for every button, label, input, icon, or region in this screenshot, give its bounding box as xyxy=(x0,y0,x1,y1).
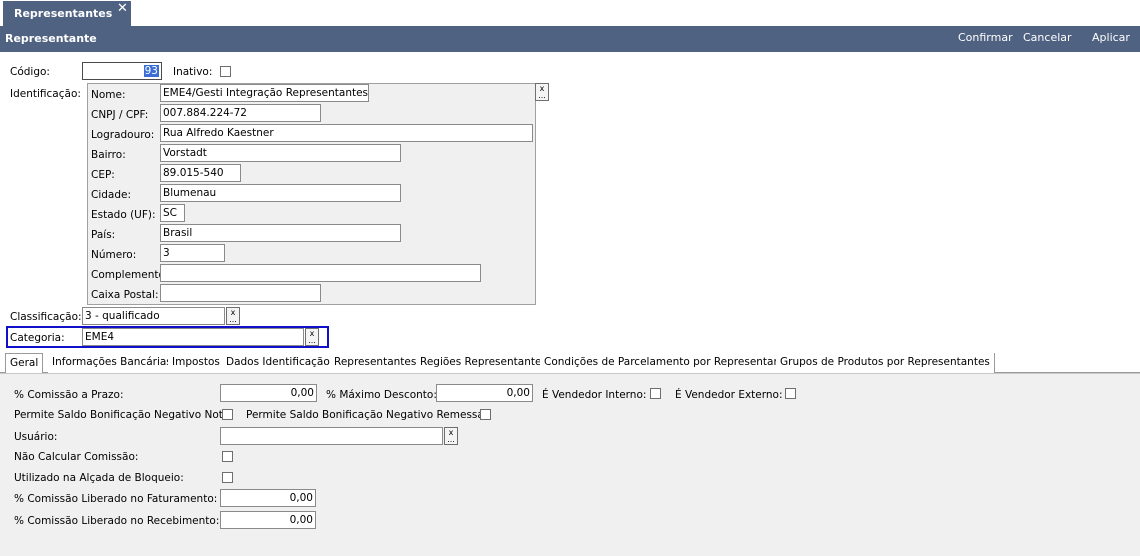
close-icon[interactable]: ✕ xyxy=(117,1,128,16)
cidade-label: Cidade: xyxy=(91,189,132,201)
logradouro-label: Logradouro: xyxy=(91,129,155,141)
vendedor-interno-checkbox[interactable] xyxy=(650,388,661,399)
pais-field[interactable]: Brasil xyxy=(160,224,401,242)
more-icon: ... xyxy=(447,435,455,444)
cnpj-label: CNPJ / CPF: xyxy=(91,109,149,121)
saldo-bonif-remessa-label: Permite Saldo Bonificação Negativo Remes… xyxy=(246,409,488,421)
usuario-field[interactable] xyxy=(220,427,443,445)
cancel-button[interactable]: Cancelar xyxy=(1023,31,1072,44)
estado-label: Estado (UF): xyxy=(91,209,156,221)
apply-button[interactable]: Aplicar xyxy=(1092,31,1130,44)
complemento-field[interactable] xyxy=(160,264,481,282)
cidade-field[interactable]: Blumenau xyxy=(160,184,401,202)
form-header: Representante Confirmar Cancelar Aplicar xyxy=(0,26,1140,52)
confirm-button[interactable]: Confirmar xyxy=(958,31,1013,44)
categoria-field[interactable]: EME4 xyxy=(82,328,304,346)
alcada-label: Utilizado na Alçada de Bloqueio: xyxy=(14,472,184,484)
vendedor-interno-label: É Vendedor Interno: xyxy=(542,389,647,401)
estado-field[interactable]: SC xyxy=(160,204,185,222)
usuario-picker-button[interactable]: x... xyxy=(444,427,458,445)
saldo-bonif-nota-label: Permite Saldo Bonificação Negativo Nota: xyxy=(14,409,233,421)
nao-calcular-checkbox[interactable] xyxy=(222,451,233,462)
tab-grupos-produtos[interactable]: Grupos de Produtos por Representantes xyxy=(776,353,995,373)
saldo-bonif-remessa-checkbox[interactable] xyxy=(480,409,491,420)
liberado-recebimento-label: % Comissão Liberado no Recebimento: xyxy=(14,515,220,527)
window-tab-representantes[interactable]: Representantes xyxy=(3,1,131,26)
bairro-label: Bairro: xyxy=(91,149,126,161)
more-icon: ... xyxy=(538,91,546,100)
logradouro-field[interactable]: Rua Alfredo Kaestner xyxy=(160,124,533,142)
categoria-picker-button[interactable]: x... xyxy=(305,328,319,346)
classificacao-label: Classificação: xyxy=(10,311,82,323)
numero-field[interactable]: 3 xyxy=(160,244,225,262)
tab-condicoes-parcelamento[interactable]: Condições de Parcelamento por Representa… xyxy=(540,353,796,373)
tab-geral[interactable]: Geral xyxy=(5,353,44,374)
liberado-faturamento-label: % Comissão Liberado no Faturamento: xyxy=(14,493,218,505)
comissao-prazo-label: % Comissão a Prazo: xyxy=(14,389,124,401)
max-desconto-field[interactable]: 0,00 xyxy=(436,384,533,402)
tab-representantes[interactable]: Representantes xyxy=(330,353,422,373)
nome-label: Nome: xyxy=(91,89,126,101)
inativo-checkbox[interactable] xyxy=(220,66,231,77)
classificacao-field[interactable]: 3 - qualificado xyxy=(82,307,225,325)
bairro-field[interactable]: Vorstadt xyxy=(160,144,401,162)
pais-label: País: xyxy=(91,229,116,241)
vendedor-externo-checkbox[interactable] xyxy=(785,388,796,399)
liberado-recebimento-field[interactable]: 0,00 xyxy=(220,511,316,529)
liberado-faturamento-field[interactable]: 0,00 xyxy=(220,489,316,507)
codigo-value: 93 xyxy=(143,65,159,77)
usuario-label: Usuário: xyxy=(14,431,58,443)
cep-label: CEP: xyxy=(91,169,115,181)
more-icon: ... xyxy=(308,336,316,345)
comissao-prazo-field[interactable]: 0,00 xyxy=(220,384,317,402)
complemento-label: Complemento: xyxy=(91,269,169,281)
identificacao-label: Identificação: xyxy=(10,88,81,100)
window-tab-strip: Representantes ✕ xyxy=(0,0,1140,26)
max-desconto-label: % Máximo Desconto: xyxy=(326,389,437,401)
saldo-bonif-nota-checkbox[interactable] xyxy=(222,409,233,420)
tab-dados-identificacao[interactable]: Dados Identificação xyxy=(222,353,335,373)
categoria-label: Categoria: xyxy=(10,332,65,344)
numero-label: Número: xyxy=(91,249,137,261)
cep-field[interactable]: 89.015-540 xyxy=(160,164,241,182)
vendedor-externo-label: É Vendedor Externo: xyxy=(675,389,783,401)
inativo-label: Inativo: xyxy=(173,66,213,78)
caixa-postal-label: Caixa Postal: xyxy=(91,289,159,301)
more-icon: ... xyxy=(229,315,237,324)
cnpj-field[interactable]: 007.884.224-72 xyxy=(160,104,321,122)
identificacao-picker-button[interactable]: x... xyxy=(535,83,549,101)
tab-informacoes-bancarias[interactable]: Informações Bancárias xyxy=(48,353,177,373)
codigo-field[interactable]: 93 xyxy=(82,62,162,80)
alcada-checkbox[interactable] xyxy=(222,472,233,483)
caixa-postal-field[interactable] xyxy=(160,284,321,302)
tab-regioes-representante[interactable]: Regiões Representante xyxy=(416,353,547,373)
nome-field[interactable]: EME4/Gesti Integração Representantes xyxy=(160,84,369,102)
tab-bar: Geral Informações Bancárias Impostos Dad… xyxy=(0,353,1140,374)
nao-calcular-label: Não Calcular Comissão: xyxy=(14,451,139,463)
codigo-label: Código: xyxy=(10,66,50,78)
page-title: Representante xyxy=(5,32,97,45)
classificacao-picker-button[interactable]: x... xyxy=(226,307,240,325)
tab-impostos[interactable]: Impostos xyxy=(168,353,225,373)
